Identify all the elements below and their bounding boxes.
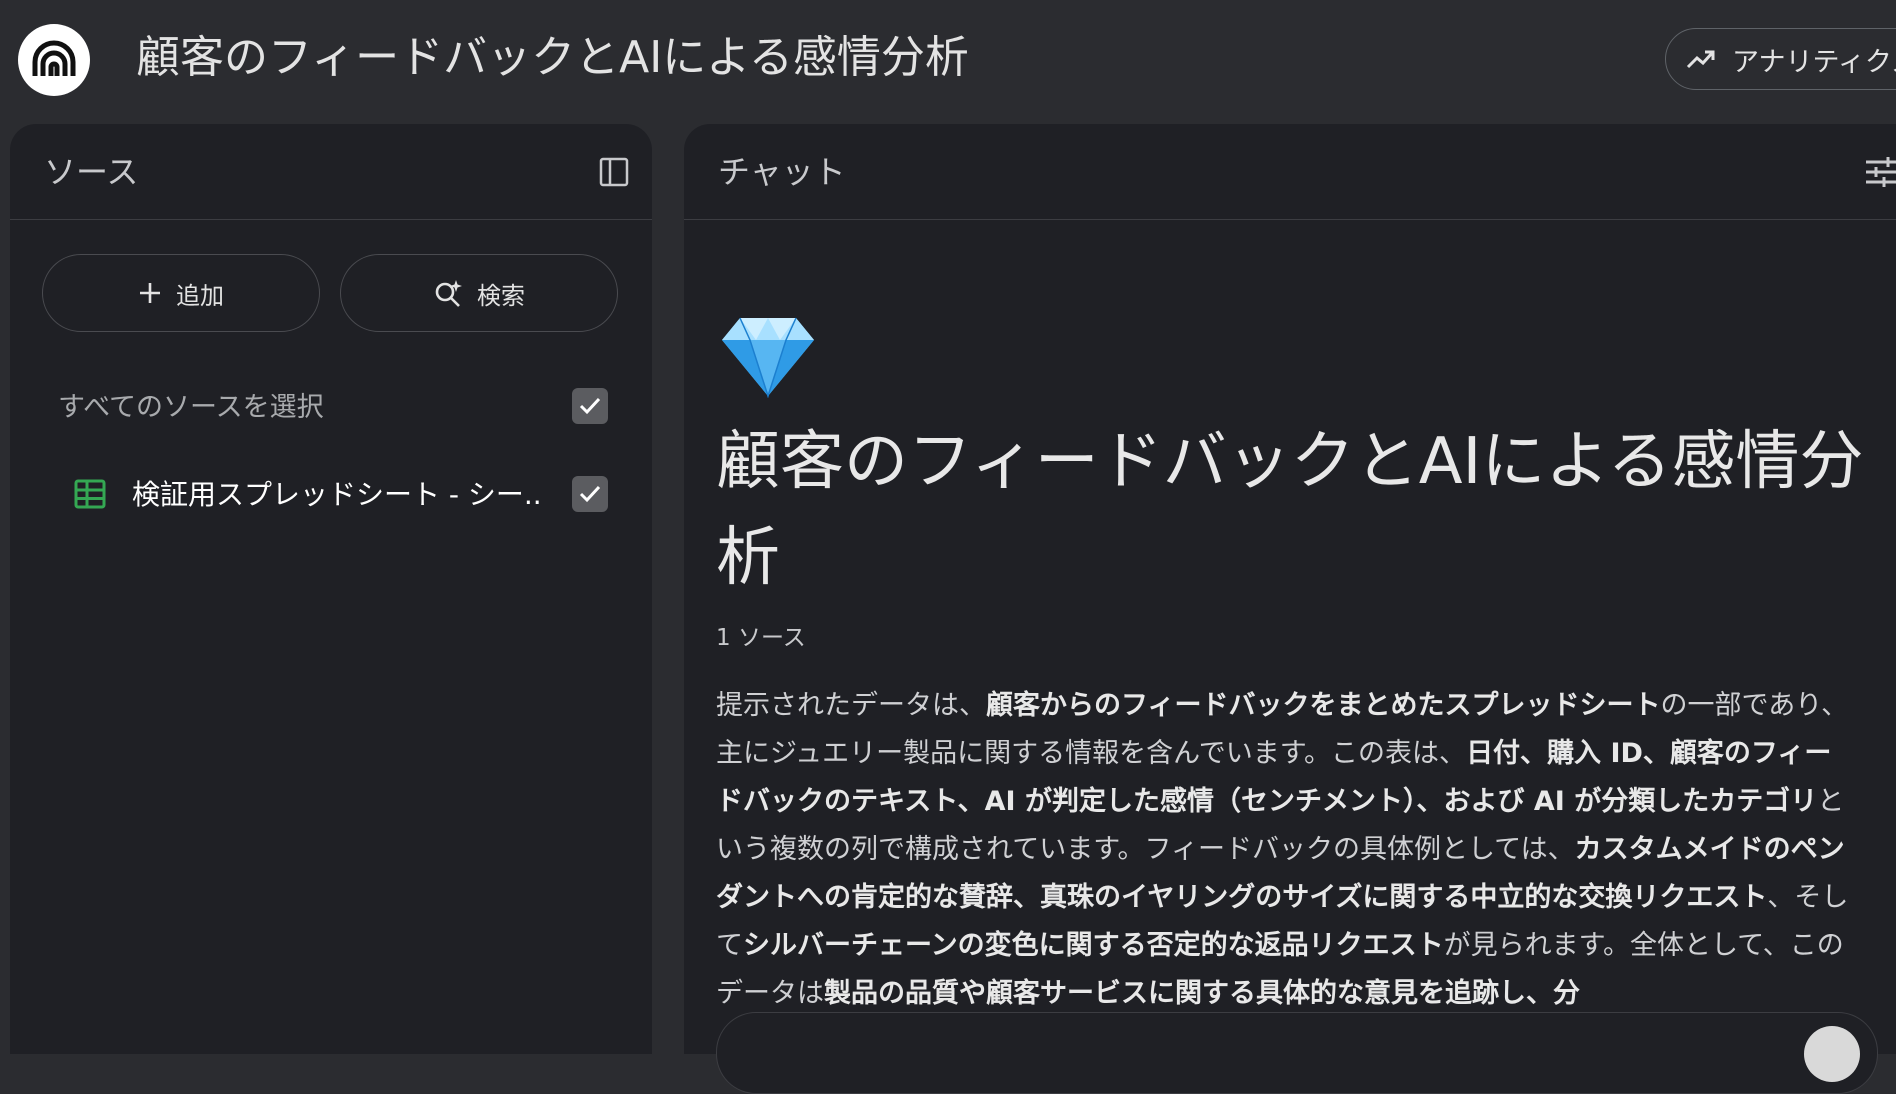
collapse-panel-icon[interactable] bbox=[598, 156, 630, 188]
sources-panel-header: ソース bbox=[10, 124, 652, 220]
analytics-label: アナリティクス bbox=[1732, 46, 1896, 78]
chat-title: チャット bbox=[718, 153, 846, 191]
discover-sources-label: 検索 bbox=[477, 281, 525, 310]
add-source-label: 追加 bbox=[176, 281, 224, 310]
select-all-label: すべてのソースを選択 bbox=[58, 392, 324, 423]
notebook-summary: 提示されたデータは、顧客からのフィードバックをまとめたスプレッドシートの一部であ… bbox=[716, 682, 1851, 1018]
check-icon bbox=[579, 397, 601, 415]
add-source-button[interactable]: 追加 bbox=[42, 254, 320, 332]
tune-settings-icon[interactable] bbox=[1864, 156, 1896, 188]
spreadsheet-icon bbox=[74, 479, 106, 509]
discover-sources-button[interactable]: 検索 bbox=[340, 254, 618, 332]
search-sparkle-icon bbox=[435, 280, 462, 307]
chat-panel-header: チャット bbox=[684, 124, 1896, 220]
sources-title: ソース bbox=[44, 153, 139, 191]
check-icon bbox=[579, 485, 601, 503]
analytics-button[interactable]: アナリティクス bbox=[1665, 28, 1896, 90]
select-all-checkbox[interactable] bbox=[572, 388, 608, 424]
trending-up-icon bbox=[1686, 50, 1715, 69]
send-button[interactable] bbox=[1804, 1026, 1860, 1082]
source-item-name: 検証用スプレッドシート - シー... bbox=[132, 478, 542, 511]
chat-input[interactable] bbox=[716, 1012, 1878, 1094]
notebook-heading: 顧客のフィードバックとAIによる感情分析 bbox=[716, 425, 1864, 595]
summary-bold-run: シルバーチェーンの変色に関する否定的な返品リクエスト bbox=[743, 930, 1444, 961]
summary-bold-run: 製品の品質や顧客サービスに関する具体的な意見を追跡し、分 bbox=[824, 978, 1580, 1009]
plus-icon bbox=[140, 283, 160, 303]
gem-emoji-icon bbox=[722, 317, 814, 398]
source-item-checkbox[interactable] bbox=[572, 476, 608, 512]
summary-bold-run: 顧客からのフィードバックをまとめたスプレッドシート bbox=[986, 690, 1661, 721]
source-item[interactable]: 検証用スプレッドシート - シー... bbox=[58, 470, 618, 520]
notebook-title[interactable]: 顧客のフィードバックとAIによる感情分析 bbox=[136, 28, 969, 88]
notebooklm-logo-icon[interactable] bbox=[18, 24, 90, 96]
select-all-sources-row[interactable]: すべてのソースを選択 bbox=[58, 382, 618, 432]
summary-text-run: 提示されたデータは、 bbox=[716, 690, 986, 721]
chat-panel: チャット 顧客のフィードバックとAIによる感情分析 1 ソース 提示されたデータ… bbox=[684, 124, 1896, 1094]
source-count: 1 ソース bbox=[716, 625, 806, 651]
sources-panel: ソース 追加 検索 すべてのソースを選択 検証用スプレッドシート - シー... bbox=[10, 124, 652, 1054]
top-bar: 顧客のフィードバックとAIによる感情分析 アナリティクス bbox=[0, 0, 1896, 120]
